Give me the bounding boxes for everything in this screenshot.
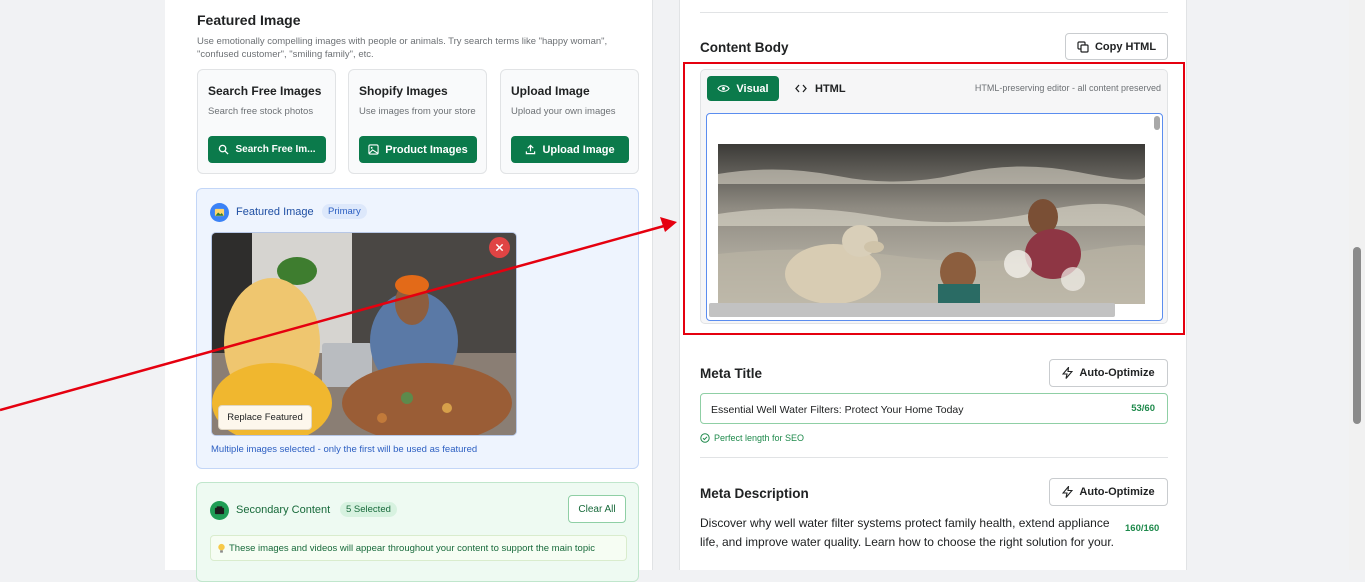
- annotation-arrow: [0, 217, 677, 412]
